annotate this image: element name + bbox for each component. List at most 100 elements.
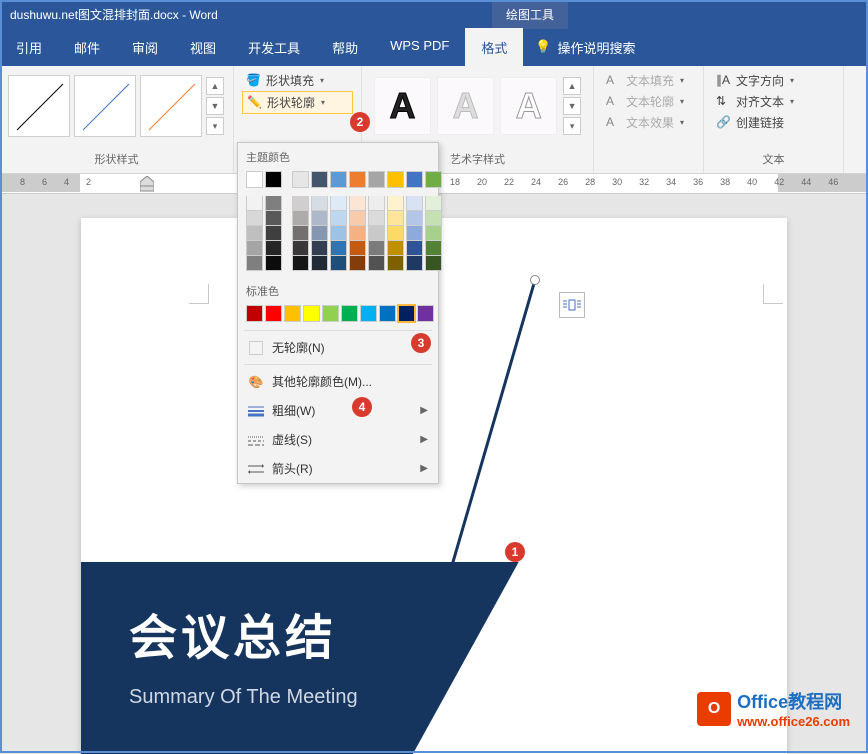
- color-swatch[interactable]: [349, 196, 366, 211]
- tab-help[interactable]: 帮助: [316, 28, 374, 66]
- color-swatch[interactable]: [425, 241, 442, 256]
- color-swatch[interactable]: [368, 256, 385, 271]
- color-swatch[interactable]: [311, 211, 328, 226]
- color-swatch[interactable]: [330, 241, 347, 256]
- color-swatch[interactable]: [425, 256, 442, 271]
- color-swatch[interactable]: [425, 226, 442, 241]
- tab-view[interactable]: 视图: [174, 28, 232, 66]
- color-swatch[interactable]: [246, 305, 263, 322]
- color-swatch[interactable]: [330, 196, 347, 211]
- wordart-style-1[interactable]: A: [374, 77, 431, 135]
- color-swatch[interactable]: [349, 171, 366, 188]
- shape-style-3[interactable]: [140, 75, 202, 137]
- color-swatch[interactable]: [425, 196, 442, 211]
- color-swatch[interactable]: [360, 305, 377, 322]
- arrows-item[interactable]: 箭头(R) ▶: [238, 454, 438, 483]
- color-swatch[interactable]: [406, 211, 423, 226]
- color-swatch[interactable]: [368, 196, 385, 211]
- align-text-button[interactable]: ⇅ 对齐文本 ▾: [712, 91, 835, 112]
- text-outline-button[interactable]: A 文本轮廓 ▾: [602, 91, 695, 112]
- no-outline-item[interactable]: 无轮廓(N): [238, 333, 438, 362]
- tab-references[interactable]: 引用: [0, 28, 58, 66]
- more-colors-item[interactable]: 🎨 其他轮廓颜色(M)...: [238, 367, 438, 396]
- color-swatch[interactable]: [284, 305, 301, 322]
- gallery-down-icon[interactable]: ▼: [206, 97, 224, 115]
- color-swatch[interactable]: [265, 241, 282, 256]
- tab-format[interactable]: 格式: [465, 28, 523, 66]
- color-swatch[interactable]: [349, 211, 366, 226]
- color-swatch[interactable]: [246, 171, 263, 188]
- color-swatch[interactable]: [265, 256, 282, 271]
- dashes-item[interactable]: 虚线(S) ▶: [238, 425, 438, 454]
- gallery-more-icon[interactable]: ▾: [206, 117, 224, 135]
- color-swatch[interactable]: [303, 305, 320, 322]
- color-swatch[interactable]: [349, 226, 366, 241]
- color-swatch[interactable]: [265, 226, 282, 241]
- color-swatch[interactable]: [406, 226, 423, 241]
- color-swatch[interactable]: [311, 196, 328, 211]
- color-swatch[interactable]: [387, 196, 404, 211]
- text-direction-button[interactable]: ∥A 文字方向 ▾: [712, 70, 835, 91]
- tab-mailings[interactable]: 邮件: [58, 28, 116, 66]
- layout-options-button[interactable]: [559, 292, 585, 318]
- shape-style-gallery[interactable]: ▲ ▼ ▾: [8, 70, 225, 142]
- color-swatch[interactable]: [265, 305, 282, 322]
- color-swatch[interactable]: [246, 211, 263, 226]
- color-swatch[interactable]: [311, 241, 328, 256]
- line-handle-top[interactable]: [530, 275, 540, 285]
- color-swatch[interactable]: [330, 171, 347, 188]
- text-effects-button[interactable]: A 文本效果 ▾: [602, 112, 695, 133]
- color-swatch[interactable]: [330, 211, 347, 226]
- color-swatch[interactable]: [292, 196, 309, 211]
- indent-marker-icon[interactable]: [140, 176, 154, 192]
- wordart-style-2[interactable]: A: [437, 77, 494, 135]
- color-swatch[interactable]: [311, 226, 328, 241]
- wordart-gallery-scroll[interactable]: ▲ ▼ ▾: [563, 77, 581, 135]
- gallery-down-icon[interactable]: ▼: [563, 97, 581, 115]
- create-link-button[interactable]: 🔗 创建链接: [712, 112, 835, 133]
- shape-style-2[interactable]: [74, 75, 136, 137]
- color-swatch[interactable]: [292, 226, 309, 241]
- shape-outline-button[interactable]: ✏️ 形状轮廓 ▾: [242, 91, 353, 114]
- color-swatch[interactable]: [265, 196, 282, 211]
- gallery-more-icon[interactable]: ▾: [563, 117, 581, 135]
- color-swatch[interactable]: [246, 241, 263, 256]
- color-swatch[interactable]: [246, 256, 263, 271]
- color-swatch[interactable]: [368, 211, 385, 226]
- color-swatch[interactable]: [425, 211, 442, 226]
- color-swatch[interactable]: [311, 171, 328, 188]
- color-swatch[interactable]: [265, 171, 282, 188]
- color-swatch[interactable]: [368, 241, 385, 256]
- color-swatch[interactable]: [292, 171, 309, 188]
- color-swatch[interactable]: [379, 305, 396, 322]
- wordart-gallery[interactable]: A A A ▲ ▼ ▾: [370, 70, 585, 142]
- color-swatch[interactable]: [330, 256, 347, 271]
- color-swatch[interactable]: [387, 241, 404, 256]
- color-swatch[interactable]: [387, 256, 404, 271]
- color-swatch[interactable]: [330, 226, 347, 241]
- tab-developer[interactable]: 开发工具: [232, 28, 316, 66]
- color-swatch[interactable]: [387, 211, 404, 226]
- color-swatch[interactable]: [341, 305, 358, 322]
- color-swatch[interactable]: [368, 171, 385, 188]
- wordart-style-3[interactable]: A: [500, 77, 557, 135]
- text-fill-button[interactable]: A 文本填充 ▾: [602, 70, 695, 91]
- color-swatch[interactable]: [417, 305, 434, 322]
- tell-me-search[interactable]: 💡 操作说明搜索: [523, 28, 647, 66]
- color-swatch[interactable]: [406, 256, 423, 271]
- color-swatch[interactable]: [246, 196, 263, 211]
- gallery-up-icon[interactable]: ▲: [563, 77, 581, 95]
- color-swatch[interactable]: [425, 171, 442, 188]
- color-swatch[interactable]: [349, 256, 366, 271]
- color-swatch[interactable]: [246, 226, 263, 241]
- color-swatch[interactable]: [368, 226, 385, 241]
- color-swatch[interactable]: [387, 171, 404, 188]
- color-swatch[interactable]: [406, 196, 423, 211]
- tab-wps-pdf[interactable]: WPS PDF: [374, 28, 465, 66]
- color-swatch[interactable]: [406, 241, 423, 256]
- shape-fill-button[interactable]: 🪣 形状填充 ▾: [242, 70, 353, 91]
- gallery-up-icon[interactable]: ▲: [206, 77, 224, 95]
- tab-review[interactable]: 审阅: [116, 28, 174, 66]
- weight-item[interactable]: 粗细(W) ▶: [238, 396, 438, 425]
- color-swatch[interactable]: [322, 305, 339, 322]
